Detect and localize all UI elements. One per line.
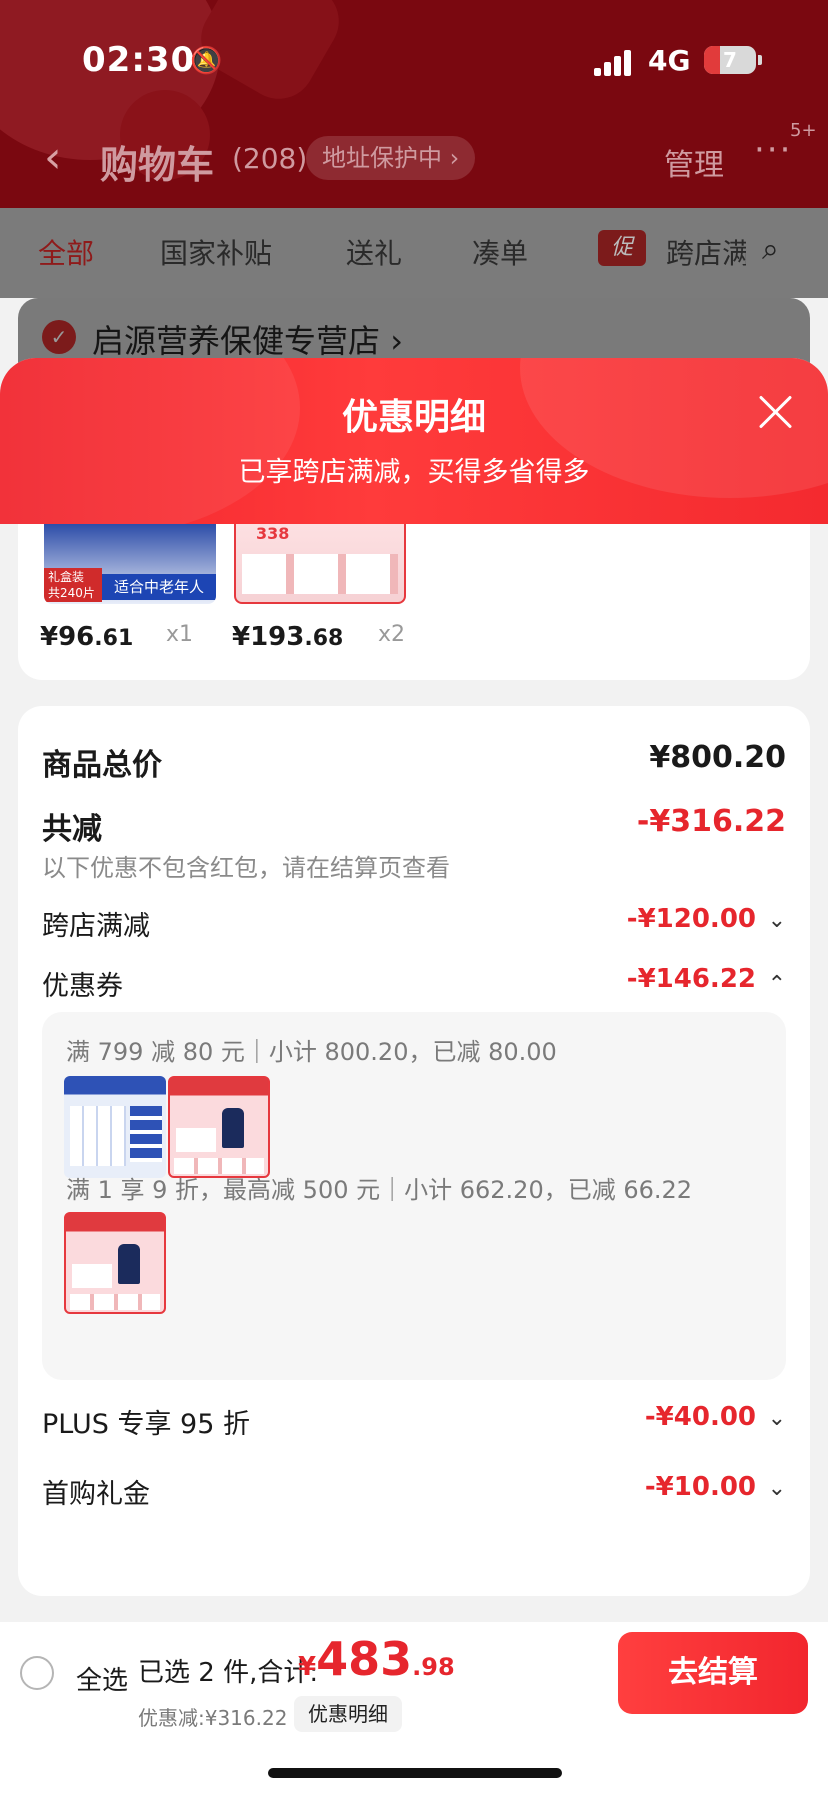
home-indicator bbox=[268, 1768, 562, 1778]
discount-detail-sheet: 优惠明细 已享跨店满减，买得多省得多 礼盒装 共240片 适合中老年人 338 … bbox=[0, 358, 828, 1796]
tab-bundle[interactable]: 凑单 bbox=[472, 232, 528, 272]
close-icon[interactable] bbox=[752, 388, 800, 436]
cart-count: (208) bbox=[232, 142, 308, 175]
discount-note: 以下优惠不包含红包，请在结算页查看 bbox=[42, 854, 450, 882]
selected-count: 已选 2 件,合计: bbox=[138, 1658, 319, 1688]
tab-cross-store[interactable]: 跨店满 bbox=[666, 232, 746, 272]
signal-icon bbox=[594, 48, 632, 76]
cross-store-label: 跨店满减 bbox=[42, 911, 150, 942]
chevron-down-icon[interactable]: ⌄ bbox=[768, 1476, 786, 1501]
coupon-product-image[interactable] bbox=[64, 1212, 166, 1314]
plus-label: PLUS 专享 95 折 bbox=[42, 1409, 250, 1440]
chevron-up-icon[interactable]: ⌃ bbox=[768, 972, 786, 997]
select-all-radio[interactable] bbox=[20, 1656, 54, 1690]
shop-check-icon[interactable]: ✓ bbox=[42, 320, 76, 354]
product-image[interactable]: 礼盒装 共240片 适合中老年人 bbox=[44, 524, 216, 604]
battery-icon: 7 bbox=[704, 46, 762, 74]
network-type: 4G bbox=[648, 44, 691, 77]
coupon-product-image[interactable] bbox=[64, 1076, 166, 1178]
mute-bell-icon: 🔕 bbox=[190, 46, 223, 76]
product-quantity: x1 bbox=[166, 622, 194, 647]
cart-nav-bar: ‹ 购物车 (208) 地址保护中 › 管理 ··· 5+ bbox=[0, 120, 828, 190]
reduce-label: 共减 bbox=[42, 812, 102, 847]
manage-button[interactable]: 管理 bbox=[664, 140, 724, 184]
sheet-subtitle: 已享跨店满减，买得多省得多 bbox=[238, 457, 590, 488]
discount-amount: 优惠减:¥316.22 bbox=[138, 1706, 288, 1730]
promo-icon: 促 bbox=[598, 230, 646, 266]
sheet-title: 优惠明细 bbox=[341, 397, 486, 438]
discount-detail-button[interactable]: 优惠明细 bbox=[294, 1696, 402, 1732]
total-label: 商品总价 bbox=[42, 748, 162, 783]
reduce-value: -¥316.22 bbox=[636, 804, 786, 839]
checkout-button[interactable]: 去结算 bbox=[618, 1632, 808, 1714]
discount-summary: 商品总价 ¥800.20 共减 -¥316.22 以下优惠不包含红包，请在结算页… bbox=[18, 706, 810, 1596]
coupon-rule: 满 799 减 80 元｜小计 800.20，已减 80.00 bbox=[66, 1038, 557, 1066]
plus-value: -¥40.00 bbox=[644, 1402, 756, 1432]
more-icon[interactable]: ··· bbox=[754, 130, 792, 170]
product-list: 礼盒装 共240片 适合中老年人 338 ¥96.61 x1 ¥193.68 x… bbox=[18, 524, 810, 680]
tab-gift[interactable]: 送礼 bbox=[346, 232, 402, 272]
select-all-label[interactable]: 全选 bbox=[76, 1660, 128, 1697]
cross-store-value: -¥120.00 bbox=[626, 904, 756, 934]
product-quantity: x2 bbox=[378, 622, 406, 647]
message-badge: 5+ bbox=[790, 120, 817, 141]
battery-level: 7 bbox=[723, 48, 737, 72]
page-title: 购物车 bbox=[100, 143, 215, 187]
coupon-rule: 满 1 享 9 折，最高减 500 元｜小计 662.20，已减 66.22 bbox=[66, 1176, 693, 1204]
first-purchase-value: -¥10.00 bbox=[644, 1472, 756, 1502]
product-price: ¥193.68 bbox=[232, 622, 344, 652]
search-icon[interactable]: ⌕ bbox=[762, 232, 779, 267]
coupon-product-image[interactable] bbox=[168, 1076, 270, 1178]
chevron-down-icon[interactable]: ⌄ bbox=[768, 1406, 786, 1431]
status-time: 02:30 bbox=[82, 40, 196, 80]
tab-all[interactable]: 全部 bbox=[38, 232, 94, 272]
product-tag: 礼盒装 共240片 bbox=[44, 568, 102, 602]
coupon-value: -¥146.22 bbox=[626, 964, 756, 994]
product-price: ¥96.61 bbox=[40, 622, 134, 652]
coupon-label: 优惠券 bbox=[42, 971, 123, 1002]
back-icon[interactable]: ‹ bbox=[44, 130, 62, 186]
total-price: ¥483.98 bbox=[298, 1632, 455, 1686]
chevron-down-icon[interactable]: ⌄ bbox=[768, 908, 786, 933]
shop-name[interactable]: 启源营养保健专营店 › bbox=[92, 316, 403, 362]
status-bar: 02:30 🔕 4G 7 bbox=[0, 40, 828, 84]
coupon-detail-box: 满 799 减 80 元｜小计 800.20，已减 80.00 满 1 享 9 … bbox=[42, 1012, 786, 1380]
total-value: ¥800.20 bbox=[649, 740, 786, 775]
tab-national-subsidy[interactable]: 国家补贴 bbox=[160, 232, 272, 272]
product-image[interactable]: 338 bbox=[234, 524, 406, 604]
product-tag: 适合中老年人 bbox=[102, 574, 216, 600]
first-purchase-label: 首购礼金 bbox=[42, 1479, 150, 1510]
filter-tabs: 全部 国家补贴 送礼 凑单 促 跨店满 ⌕ bbox=[0, 208, 828, 298]
sheet-header: 优惠明细 已享跨店满减，买得多省得多 bbox=[0, 358, 828, 524]
address-protection-pill[interactable]: 地址保护中 › bbox=[306, 136, 476, 180]
product-label: 338 bbox=[256, 524, 290, 543]
